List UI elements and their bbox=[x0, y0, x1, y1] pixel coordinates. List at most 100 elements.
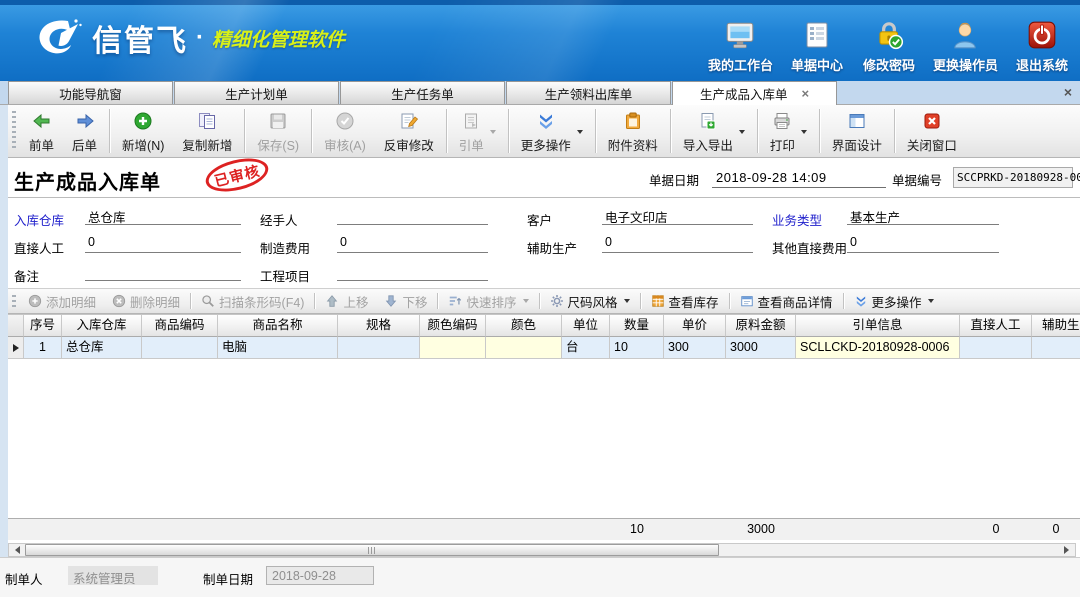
doc-form: 入库仓库 总仓库 经手人 客户 电子文印店 业务类型 基本生产 直接人工 0 制… bbox=[8, 198, 1080, 288]
tab-label: 生产领料出库单 bbox=[545, 84, 633, 103]
switch-operator-button[interactable]: 更换操作员 bbox=[933, 18, 998, 74]
chevron-down-icon bbox=[928, 299, 934, 306]
action-label: 单据中心 bbox=[791, 55, 843, 74]
pull-order-button[interactable]: 引单 bbox=[450, 105, 505, 157]
cell-seq[interactable]: 1 bbox=[24, 337, 62, 359]
scrollbar-track[interactable] bbox=[24, 544, 1060, 556]
auxiliary-production-label: 辅助生产 bbox=[527, 238, 577, 257]
move-down-button[interactable]: 下移 bbox=[376, 289, 435, 313]
tab-nav-window[interactable]: 功能导航窗 bbox=[8, 81, 173, 104]
remark-field[interactable] bbox=[85, 262, 241, 281]
check-circle-icon bbox=[335, 109, 355, 133]
tab-production-task[interactable]: 生产任务单 bbox=[340, 81, 505, 104]
exit-system-button[interactable]: 退出系统 bbox=[1014, 18, 1070, 74]
attachments-button[interactable]: 附件资料 bbox=[599, 105, 667, 157]
horizontal-scrollbar[interactable] bbox=[8, 543, 1076, 557]
change-password-button[interactable]: 修改密码 bbox=[861, 18, 917, 74]
direct-labor-label: 直接人工 bbox=[14, 238, 64, 257]
cell-product-name[interactable]: 电脑 bbox=[218, 337, 338, 359]
customer-field[interactable]: 电子文印店 bbox=[602, 206, 753, 225]
doc-date-field[interactable]: 2018-09-28 14:09 bbox=[712, 168, 886, 188]
warehouse-field[interactable]: 总仓库 bbox=[85, 206, 241, 225]
scroll-right-button[interactable] bbox=[1060, 544, 1075, 556]
summary-cell bbox=[24, 519, 62, 540]
save-button[interactable]: 保存(S) bbox=[248, 105, 308, 157]
prev-doc-button[interactable]: 前单 bbox=[20, 105, 63, 157]
ui-design-button[interactable]: 界面设计 bbox=[823, 105, 891, 157]
summary-cell bbox=[218, 519, 338, 540]
business-type-field[interactable]: 基本生产 bbox=[847, 206, 999, 225]
grid-empty-area bbox=[8, 359, 1080, 518]
cell-ref-info[interactable]: SCLLCKD-20180928-0006 bbox=[796, 337, 960, 359]
handler-field[interactable] bbox=[337, 206, 488, 225]
cell-auxiliary[interactable] bbox=[1032, 337, 1080, 359]
grid-header-cell: 商品名称 bbox=[218, 315, 338, 337]
cell-warehouse[interactable]: 总仓库 bbox=[62, 337, 142, 359]
tab-close-icon[interactable]: × bbox=[801, 87, 809, 100]
warehouse-label[interactable]: 入库仓库 bbox=[14, 210, 64, 229]
tabstrip-close-icon[interactable]: × bbox=[1064, 84, 1072, 100]
move-up-button[interactable]: 上移 bbox=[317, 289, 376, 313]
doc-no-field: SCCPRKD-20180928-0006 bbox=[953, 167, 1073, 188]
remark-label: 备注 bbox=[14, 266, 39, 285]
add-row-button[interactable]: 添加明细 bbox=[20, 289, 104, 313]
import-export-button[interactable]: 导入导出 bbox=[674, 105, 754, 157]
delete-row-button[interactable]: 删除明细 bbox=[104, 289, 188, 313]
view-product-detail-button[interactable]: 查看商品详情 bbox=[732, 289, 841, 313]
tab-label: 功能导航窗 bbox=[59, 84, 122, 103]
business-type-label[interactable]: 业务类型 bbox=[772, 210, 822, 229]
size-style-button[interactable]: 尺码风格 bbox=[542, 289, 638, 313]
project-field[interactable] bbox=[337, 262, 488, 281]
cell-direct-labor[interactable] bbox=[960, 337, 1032, 359]
cell-unit[interactable]: 台 bbox=[562, 337, 610, 359]
cell-color-code[interactable] bbox=[420, 337, 486, 359]
cell-price[interactable]: 300 bbox=[664, 337, 726, 359]
toolbar-separator bbox=[190, 293, 191, 309]
tab-production-plan[interactable]: 生产计划单 bbox=[174, 81, 339, 104]
toolbar-grip[interactable] bbox=[12, 295, 16, 307]
tab-production-finished-in[interactable]: 生产成品入库单 × bbox=[672, 81, 837, 105]
grid-header-row: 序号 入库仓库 商品编码 商品名称 规格 颜色编码 颜色 单位 数量 单价 原料… bbox=[8, 315, 1080, 337]
scroll-left-button[interactable] bbox=[9, 544, 24, 556]
next-doc-button[interactable]: 后单 bbox=[63, 105, 106, 157]
other-direct-cost-field[interactable]: 0 bbox=[847, 234, 999, 253]
cell-spec[interactable] bbox=[338, 337, 420, 359]
chevron-down-icon bbox=[523, 299, 529, 306]
cell-product-code[interactable] bbox=[142, 337, 218, 359]
toolbar-grip[interactable] bbox=[12, 111, 16, 151]
print-button[interactable]: 打印 bbox=[761, 105, 816, 157]
audit-button[interactable]: 审核(A) bbox=[315, 105, 375, 157]
copy-new-button[interactable]: 复制新增 bbox=[173, 105, 241, 157]
stock-grid-icon bbox=[651, 294, 665, 308]
scrollbar-thumb[interactable] bbox=[25, 544, 719, 556]
new-button[interactable]: 新增(N) bbox=[113, 105, 173, 157]
more-actions-detail-button[interactable]: 更多操作 bbox=[846, 289, 942, 313]
unaudit-modify-button[interactable]: 反审修改 bbox=[375, 105, 443, 157]
auxiliary-production-field[interactable]: 0 bbox=[602, 234, 753, 253]
manufacturing-cost-field[interactable]: 0 bbox=[337, 234, 488, 253]
create-date-label: 制单日期 bbox=[203, 569, 253, 588]
my-workbench-button[interactable]: 我的工作台 bbox=[708, 18, 773, 74]
summary-cell bbox=[420, 519, 486, 540]
row-indicator[interactable] bbox=[8, 337, 24, 359]
summary-cell bbox=[562, 519, 610, 540]
scan-barcode-button[interactable]: 扫描条形码(F4) bbox=[193, 289, 312, 313]
banner-actions: 我的工作台 单据中心 bbox=[708, 18, 1070, 74]
document-center-button[interactable]: 单据中心 bbox=[789, 18, 845, 74]
toolbar-separator bbox=[539, 293, 540, 309]
chevron-down-icon bbox=[577, 130, 583, 137]
create-date-field: 2018-09-28 bbox=[266, 566, 374, 585]
close-window-button[interactable]: 关闭窗口 bbox=[898, 105, 966, 157]
cell-qty[interactable]: 10 bbox=[610, 337, 664, 359]
more-actions-button[interactable]: 更多操作 bbox=[512, 105, 592, 157]
toolbar-separator bbox=[446, 109, 447, 153]
arrow-right-icon bbox=[75, 109, 95, 133]
view-stock-button[interactable]: 查看库存 bbox=[643, 289, 727, 313]
quick-sort-button[interactable]: 快速排序 bbox=[440, 289, 536, 313]
creator-label: 制单人 bbox=[5, 569, 43, 588]
cell-color[interactable] bbox=[486, 337, 562, 359]
grid-header-cell: 入库仓库 bbox=[62, 315, 142, 337]
cell-material-amount[interactable]: 3000 bbox=[726, 337, 796, 359]
direct-labor-field[interactable]: 0 bbox=[85, 234, 241, 253]
tab-production-material-out[interactable]: 生产领料出库单 bbox=[506, 81, 671, 104]
